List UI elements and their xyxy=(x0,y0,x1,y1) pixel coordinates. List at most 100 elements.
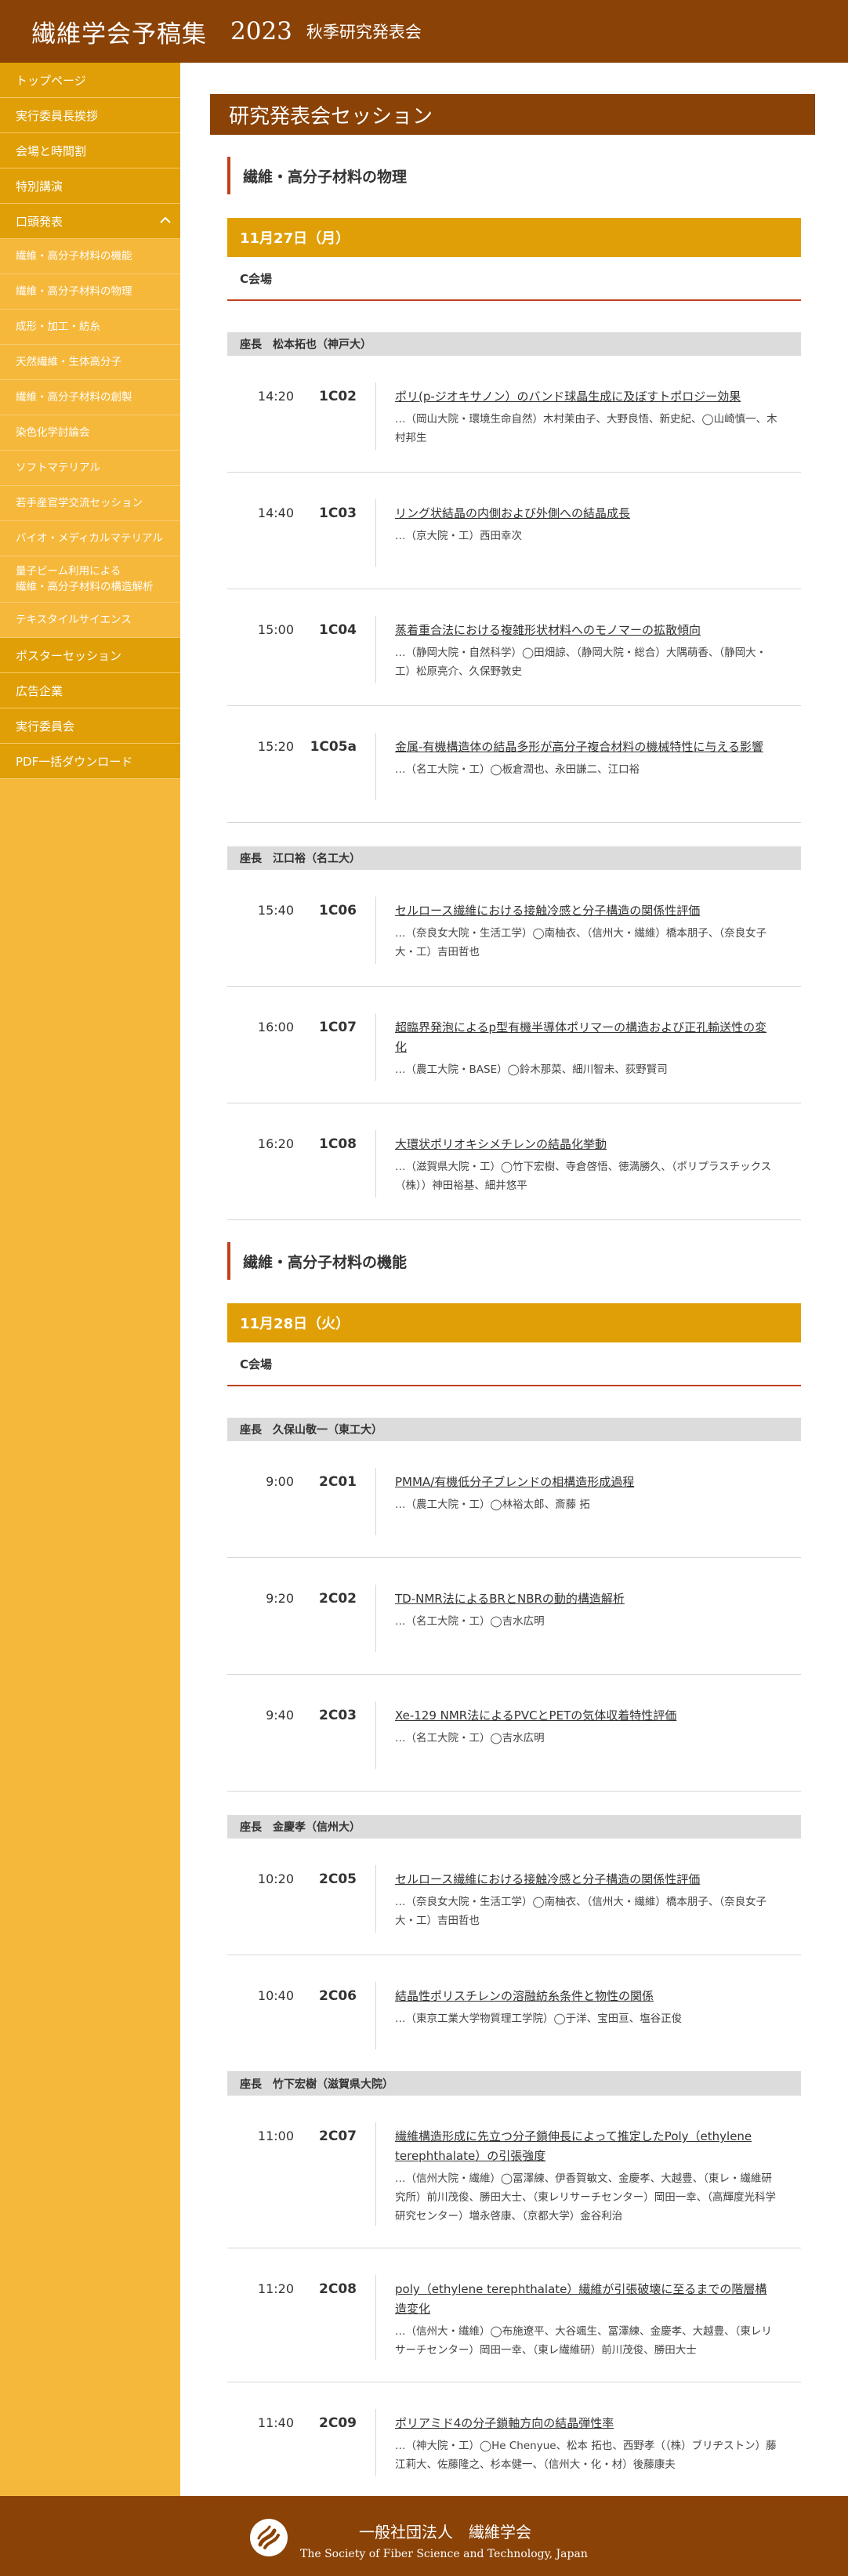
sidebar-item-poster[interactable]: ポスターセッション xyxy=(0,638,180,673)
site-subtitle: 秋季研究発表会 xyxy=(306,23,422,42)
footer-org-name-en: The Society of Fiber Science and Technol… xyxy=(300,2548,588,2560)
talk-authors: …（信州大院・繊維）◯冨澤練、伊香賀敏文、金慶孝、大越豊、（東レ・繊維研究所）前… xyxy=(395,2172,776,2223)
sidebar-subitem-bio[interactable]: バイオ・メディカルマテリアル xyxy=(0,521,180,556)
sidebar-subitem-natural-fiber[interactable]: 天然繊維・生体高分子 xyxy=(0,345,180,380)
talk-title-link[interactable]: 結晶性ポリスチレンの溶融紡糸条件と物性の関係 xyxy=(395,1987,777,2006)
talk-body: 金属-有機構造体の結晶多形が高分子複合材料の機械特性に与える影響 …（名工大院・… xyxy=(376,733,801,800)
talk-title-link[interactable]: 金属-有機構造体の結晶多形が高分子複合材料の機械特性に与える影響 xyxy=(395,737,777,757)
sidebar-item-top[interactable]: トップページ xyxy=(0,63,180,98)
sidebar-subitem-label: 天然繊維・生体高分子 xyxy=(16,356,121,368)
sidebar-subitem-label: 繊維・高分子材料の創製 xyxy=(16,391,132,404)
talk-body: poly（ethylene terephthalate）繊維が引張破壊に至るまで… xyxy=(376,2275,801,2360)
talk-body: ポリ(p-ジオキサノン）のバンド球晶生成に及ぼすトポロジー効果 …（岡山大院・環… xyxy=(376,382,801,450)
talk-title-link[interactable]: 大環状ポリオキシメチレンの結晶化挙動 xyxy=(395,1135,777,1154)
talk-title-link[interactable]: リング状結晶の内側および外側への結晶成長 xyxy=(395,504,777,524)
talk-authors: …（奈良女大院・生活工学）◯南柚衣、（信州大・繊維）橋本朋子、（奈良女子大・工）… xyxy=(395,1896,767,1927)
talk-code: 1C03 xyxy=(294,499,376,567)
sidebar-item-label: 広告企業 xyxy=(16,683,63,698)
talk-row: 10:40 2C06 結晶性ポリスチレンの溶融紡糸条件と物性の関係 …（東京工業… xyxy=(227,1955,801,2072)
talk-body: Xe-129 NMR法によるPVCとPETの気体収着特性評価 …（名工大院・工）… xyxy=(376,1701,801,1769)
talk-title-link[interactable]: 蒸着重合法における複雑形状材料へのモノマーの拡散傾向 xyxy=(395,621,777,640)
page-title: 研究発表会セッション xyxy=(210,94,815,135)
sidebar-subitem-young[interactable]: 若手産官学交流セッション xyxy=(0,486,180,521)
talk-body: ポリアミド4の分子鎖軸方向の結晶弾性率 …（神大院・工）◯He Chenyue、… xyxy=(376,2409,801,2476)
sidebar-subitem-label: 染色化学討論会 xyxy=(16,426,90,439)
chair-bar: 座長 江口裕（名工大） xyxy=(227,846,801,870)
talk-code: 1C06 xyxy=(294,897,376,964)
sidebar-item-sponsors[interactable]: 広告企業 xyxy=(0,673,180,708)
talk-time: 14:20 xyxy=(257,389,294,404)
sidebar-item-special-lecture[interactable]: 特別講演 xyxy=(0,168,180,204)
talk-time: 14:40 xyxy=(257,505,294,520)
talk-time: 16:00 xyxy=(257,1020,294,1034)
sidebar-subitem-label: 繊維・高分子材料の物理 xyxy=(16,285,132,298)
sidebar-subitem-function[interactable]: 繊維・高分子材料の機能 xyxy=(0,239,180,274)
talk-authors: …（静岡大院・自然科学）◯田畑諒、（静岡大院・総合）大隅萌香、（静岡大・工）松原… xyxy=(395,647,767,678)
talk-code: 2C02 xyxy=(294,1585,376,1652)
talk-title-link[interactable]: 超臨界発泡によるp型有機半導体ポリマーの構造および正孔輸送性の変化 xyxy=(395,1018,777,1057)
talk-code: 2C07 xyxy=(294,2122,376,2226)
sidebar-subitem-soft-material[interactable]: ソフトマテリアル xyxy=(0,451,180,486)
talk-row: 16:00 1C07 超臨界発泡によるp型有機半導体ポリマーの構造および正孔輸送… xyxy=(227,987,801,1103)
site-title[interactable]: 繊維学会予稿集 xyxy=(31,14,207,49)
sidebar-subitem-creation[interactable]: 繊維・高分子材料の創製 xyxy=(0,380,180,415)
main-content: 研究発表会セッション 繊維・高分子材料の物理 11月27日（月） C会場 座長 … xyxy=(180,63,848,2499)
talk-title-link[interactable]: ポリアミド4の分子鎖軸方向の結晶弾性率 xyxy=(395,2414,777,2433)
talk-authors: …（東京工業大学物質理工学院）◯于洋、宝田亘、塩谷正俊 xyxy=(395,2013,683,2025)
session-section: 繊維・高分子材料の機能 11月28日（火） C会場 座長 久保山敬一（東工大） … xyxy=(227,1242,801,2499)
talk-time: 11:00 xyxy=(257,2129,294,2143)
talk-authors: …（京大院・工）西田幸次 xyxy=(395,530,522,542)
section-heading: 繊維・高分子材料の物理 xyxy=(227,157,801,194)
talk-title-link[interactable]: poly（ethylene terephthalate）繊維が引張破壊に至るまで… xyxy=(395,2280,777,2319)
sidebar-item-label: トップページ xyxy=(16,73,86,88)
sidebar-subitem-physics[interactable]: 繊維・高分子材料の物理 xyxy=(0,274,180,310)
chair-bar: 座長 松本拓也（神戸大） xyxy=(227,332,801,356)
talk-row: 9:20 2C02 TD-NMR法によるBRとNBRの動的構造解析 …（名工大院… xyxy=(227,1558,801,1675)
talk-time: 11:40 xyxy=(257,2415,294,2430)
talk-authors: …（岡山大院・環境生命自然）木村茉由子、大野良悟、新史紀、◯山崎慎一、木村邦生 xyxy=(395,413,777,444)
sidebar-subitem-quantum-beam[interactable]: 量子ビーム利用による 繊維・高分子材料の構造解析 xyxy=(0,556,180,603)
sidebar-subitem-dyeing[interactable]: 染色化学討論会 xyxy=(0,415,180,451)
chevron-up-icon[interactable] xyxy=(160,216,171,227)
site-footer: 一般社団法人 繊維学会 The Society of Fiber Science… xyxy=(0,2496,848,2576)
talk-title-link[interactable]: ポリ(p-ジオキサノン）のバンド球晶生成に及ぼすトポロジー効果 xyxy=(395,387,777,407)
sidebar-item-oral[interactable]: 口頭発表 xyxy=(0,204,180,239)
talk-code: 2C08 xyxy=(294,2275,376,2360)
talk-time: 9:40 xyxy=(266,1708,294,1723)
talk-body: 蒸着重合法における複雑形状材料へのモノマーの拡散傾向 …（静岡大院・自然科学）◯… xyxy=(376,616,801,683)
sidebar-item-label: 特別講演 xyxy=(16,179,63,194)
talk-time: 16:20 xyxy=(257,1136,294,1151)
sidebar-item-greeting[interactable]: 実行委員長挨拶 xyxy=(0,98,180,133)
talk-time: 9:00 xyxy=(266,1474,294,1489)
talk-body: セルロース繊維における接触冷感と分子構造の関係性評価 …（奈良女大院・生活工学）… xyxy=(376,1865,801,1933)
sidebar-subitem-textile[interactable]: テキスタイルサイエンス xyxy=(0,603,180,638)
sidebar-subitem-label: バイオ・メディカルマテリアル xyxy=(16,532,163,545)
sidebar-item-venue-schedule[interactable]: 会場と時間割 xyxy=(0,133,180,168)
talk-title-link[interactable]: TD-NMR法によるBRとNBRの動的構造解析 xyxy=(395,1589,777,1609)
talk-row: 15:20 1C05a 金属-有機構造体の結晶多形が高分子複合材料の機械特性に与… xyxy=(227,706,801,823)
society-logo-icon xyxy=(249,2518,288,2557)
talk-body: 繊維構造形成に先立つ分子鎖伸長によって推定したPoly（ethylene ter… xyxy=(376,2122,801,2226)
talk-body: リング状結晶の内側および外側への結晶成長 …（京大院・工）西田幸次 xyxy=(376,499,801,567)
sidebar-subitem-processing[interactable]: 成形・加工・紡糸 xyxy=(0,310,180,345)
sidebar-item-pdf-download[interactable]: PDF一括ダウンロード xyxy=(0,744,180,779)
talk-row: 14:40 1C03 リング状結晶の内側および外側への結晶成長 …（京大院・工）… xyxy=(227,473,801,589)
talk-title-link[interactable]: Xe-129 NMR法によるPVCとPETの気体収着特性評価 xyxy=(395,1706,777,1726)
sidebar-item-label: 実行委員会 xyxy=(16,719,75,734)
talk-title-link[interactable]: PMMA/有機低分子ブレンドの相構造形成過程 xyxy=(395,1473,777,1492)
sidebar-item-committee[interactable]: 実行委員会 xyxy=(0,708,180,744)
talk-title-link[interactable]: セルロース繊維における接触冷感と分子構造の関係性評価 xyxy=(395,1870,777,1889)
talk-time: 10:40 xyxy=(257,1988,294,2003)
talk-code: 1C07 xyxy=(294,1013,376,1081)
talk-code: 2C09 xyxy=(294,2409,376,2476)
talk-authors: …（名工大院・工）◯板倉潤也、永田謙二、江口裕 xyxy=(395,763,640,776)
room-label: C会場 xyxy=(227,1342,801,1386)
talk-title-link[interactable]: セルロース繊維における接触冷感と分子構造の関係性評価 xyxy=(395,901,777,921)
chair-bar: 座長 久保山敬一（東工大） xyxy=(227,1418,801,1441)
sidebar: トップページ 実行委員長挨拶 会場と時間割 特別講演 口頭発表 繊維・高分子材料… xyxy=(0,63,180,2496)
talk-time: 10:20 xyxy=(257,1871,294,1886)
talk-title-link[interactable]: 繊維構造形成に先立つ分子鎖伸長によって推定したPoly（ethylene ter… xyxy=(395,2127,777,2166)
talk-body: 結晶性ポリスチレンの溶融紡糸条件と物性の関係 …（東京工業大学物質理工学院）◯于… xyxy=(376,1982,801,2049)
talk-row: 11:40 2C09 ポリアミド4の分子鎖軸方向の結晶弾性率 …（神大院・工）◯… xyxy=(227,2382,801,2499)
talk-body: PMMA/有機低分子ブレンドの相構造形成過程 …（農工大院・工）◯林裕太郎、斎藤… xyxy=(376,1468,801,1535)
